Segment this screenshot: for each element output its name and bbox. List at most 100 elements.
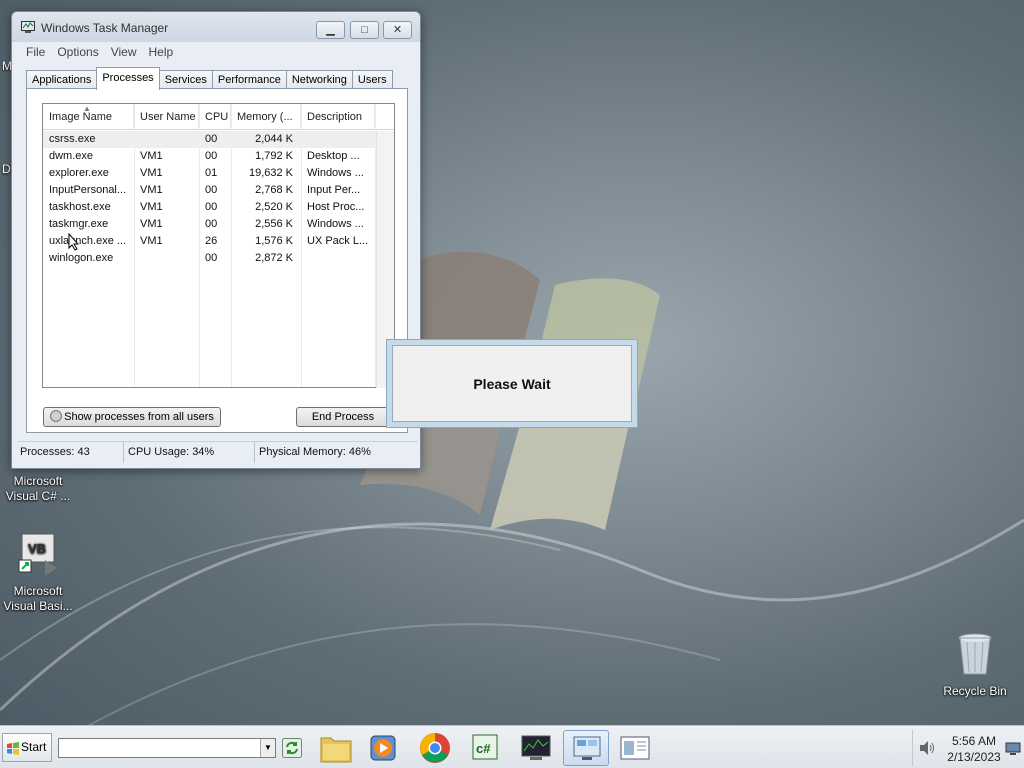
taskbar-remote-desktop[interactable] bbox=[563, 730, 609, 766]
menu-bar: File Options View Help bbox=[20, 43, 179, 61]
cell-description: Desktop ... bbox=[307, 150, 360, 162]
start-label: Start bbox=[21, 740, 47, 754]
table-row[interactable]: uxlaunch.exe ... VM1 26 1,576 K UX Pack L... bbox=[43, 233, 394, 250]
clock[interactable]: 5:56 AM 2/13/2023 bbox=[939, 733, 1009, 765]
recycle-bin-icon bbox=[958, 633, 992, 675]
column-description[interactable]: Description bbox=[301, 104, 375, 130]
taskbar-address-input[interactable]: ▼ bbox=[58, 738, 276, 758]
menu-help[interactable]: Help bbox=[143, 43, 180, 61]
cell-description: Windows ... bbox=[307, 218, 364, 230]
column-image-name[interactable]: ▲ Image Name bbox=[43, 104, 134, 130]
cell-image-name: uxlaunch.exe ... bbox=[49, 235, 127, 247]
window-title: Windows Task Manager bbox=[41, 21, 169, 35]
cell-memory: 1,792 K bbox=[255, 150, 293, 162]
table-row[interactable]: InputPersonal... VM1 00 2,768 K Input Per... bbox=[43, 182, 394, 199]
csharp-icon: c# bbox=[472, 734, 498, 760]
taskbar-visual-csharp[interactable]: c# bbox=[462, 730, 508, 766]
cell-memory: 2,520 K bbox=[255, 201, 293, 213]
system-tray: 5:56 AM 2/13/2023 bbox=[912, 730, 1024, 766]
document-icon bbox=[620, 736, 650, 760]
cell-cpu: 00 bbox=[205, 218, 218, 230]
table-row[interactable]: winlogon.exe 00 2,872 K bbox=[43, 250, 394, 267]
cell-image-name: dwm.exe bbox=[49, 150, 94, 162]
please-wait-panel: Please Wait bbox=[392, 345, 632, 422]
visual-basic-icon: VB bbox=[18, 533, 57, 576]
status-processes: Processes: 43 bbox=[18, 442, 124, 463]
column-memory[interactable]: Memory (... bbox=[231, 104, 301, 130]
please-wait-dialog: Please Wait bbox=[386, 339, 638, 428]
desktop-icon-visual-csharp[interactable]: Microsoft Visual C# ... bbox=[2, 474, 74, 504]
cell-image-name: taskmgr.exe bbox=[49, 218, 109, 230]
cell-memory: 1,576 K bbox=[255, 235, 293, 247]
table-row[interactable]: taskhost.exe VM1 00 2,520 K Host Proc... bbox=[43, 199, 394, 216]
chevron-down-icon[interactable]: ▼ bbox=[260, 739, 275, 757]
cell-user-name: VM1 bbox=[140, 201, 163, 213]
taskbar-folder[interactable] bbox=[313, 730, 359, 766]
menu-options[interactable]: Options bbox=[51, 43, 104, 61]
table-row[interactable]: taskmgr.exe VM1 00 2,556 K Windows ... bbox=[43, 216, 394, 233]
button-label: Show processes from all users bbox=[64, 411, 214, 423]
please-wait-text: Please Wait bbox=[473, 376, 551, 392]
minimize-button[interactable]: ▁ bbox=[316, 21, 345, 39]
cell-description: Host Proc... bbox=[307, 201, 365, 213]
cell-user-name: VM1 bbox=[140, 218, 163, 230]
task-manager-icon bbox=[21, 21, 35, 33]
task-manager-icon bbox=[521, 735, 551, 760]
taskbar-task-manager[interactable] bbox=[513, 730, 559, 766]
cell-user-name: VM1 bbox=[140, 167, 163, 179]
tab-services[interactable]: Services bbox=[158, 70, 213, 89]
show-all-processes-button[interactable]: Show processes from all users bbox=[43, 407, 221, 427]
refresh-go-icon[interactable] bbox=[282, 738, 302, 758]
desktop-icon-label: Recycle Bin bbox=[943, 684, 1007, 698]
column-cpu[interactable]: CPU bbox=[199, 104, 231, 130]
tab-networking[interactable]: Networking bbox=[285, 70, 353, 89]
process-rows: csrss.exe 00 2,044 K dwm.exe VM1 00 1,792 K Des… bbox=[43, 131, 394, 267]
status-cpu-usage: CPU Usage: 34% bbox=[124, 442, 255, 463]
cell-memory: 2,556 K bbox=[255, 218, 293, 230]
column-user-name[interactable]: User Name bbox=[134, 104, 199, 130]
process-list-header: ▲ Image Name User Name CPU Memory (... D… bbox=[43, 104, 394, 130]
network-icon[interactable] bbox=[1005, 742, 1021, 756]
menu-file[interactable]: File bbox=[20, 43, 51, 61]
cell-cpu: 00 bbox=[205, 201, 218, 213]
table-row[interactable]: dwm.exe VM1 00 1,792 K Desktop ... bbox=[43, 148, 394, 165]
cell-image-name: InputPersonal... bbox=[49, 184, 127, 196]
status-bar: Processes: 43 CPU Usage: 34% Physical Me… bbox=[18, 441, 418, 463]
shield-icon bbox=[50, 410, 63, 422]
cell-description bbox=[301, 131, 375, 148]
end-process-button[interactable]: End Process bbox=[296, 407, 390, 427]
cell-user-name bbox=[134, 250, 199, 267]
process-list[interactable]: ▲ Image Name User Name CPU Memory (... D… bbox=[42, 103, 395, 388]
cell-image-name: csrss.exe bbox=[49, 133, 96, 145]
cell-user-name bbox=[134, 131, 199, 148]
table-row[interactable]: explorer.exe VM1 01 19,632 K Windows ... bbox=[43, 165, 394, 182]
tab-performance[interactable]: Performance bbox=[211, 70, 287, 89]
desktop-icon-recycle-bin[interactable]: Recycle Bin bbox=[939, 630, 1011, 699]
mouse-cursor-icon bbox=[68, 233, 80, 251]
cell-description: Windows ... bbox=[307, 167, 364, 179]
close-button[interactable]: ✕ bbox=[383, 21, 412, 39]
tab-applications[interactable]: Applications bbox=[26, 70, 98, 89]
table-row[interactable]: csrss.exe 00 2,044 K bbox=[43, 131, 394, 148]
cell-cpu: 00 bbox=[205, 150, 218, 162]
cell-image-name: explorer.exe bbox=[49, 167, 109, 179]
cell-user-name: VM1 bbox=[140, 184, 163, 196]
cell-image-name: winlogon.exe bbox=[49, 252, 114, 264]
taskbar-media-player[interactable] bbox=[361, 730, 407, 766]
clock-time: 5:56 AM bbox=[951, 734, 997, 748]
start-button[interactable]: Start bbox=[2, 733, 52, 762]
tab-processes[interactable]: Processes bbox=[96, 67, 160, 90]
sort-ascending-icon: ▲ bbox=[83, 104, 91, 113]
volume-icon[interactable] bbox=[918, 740, 936, 756]
taskbar-document[interactable] bbox=[612, 730, 658, 766]
tab-users[interactable]: Users bbox=[351, 70, 393, 89]
menu-view[interactable]: View bbox=[105, 43, 143, 61]
desktop-icon-visual-basic[interactable]: VB Microsoft Visual Basi... bbox=[2, 530, 74, 614]
remote-desktop-icon bbox=[573, 736, 601, 760]
taskbar-chrome[interactable] bbox=[412, 730, 458, 766]
cell-cpu: 00 bbox=[205, 184, 218, 196]
title-bar[interactable]: Windows Task Manager ▁ □ ✕ bbox=[12, 12, 420, 42]
maximize-button[interactable]: □ bbox=[350, 21, 379, 39]
svg-text:VB: VB bbox=[28, 541, 46, 556]
media-player-icon bbox=[370, 735, 396, 761]
